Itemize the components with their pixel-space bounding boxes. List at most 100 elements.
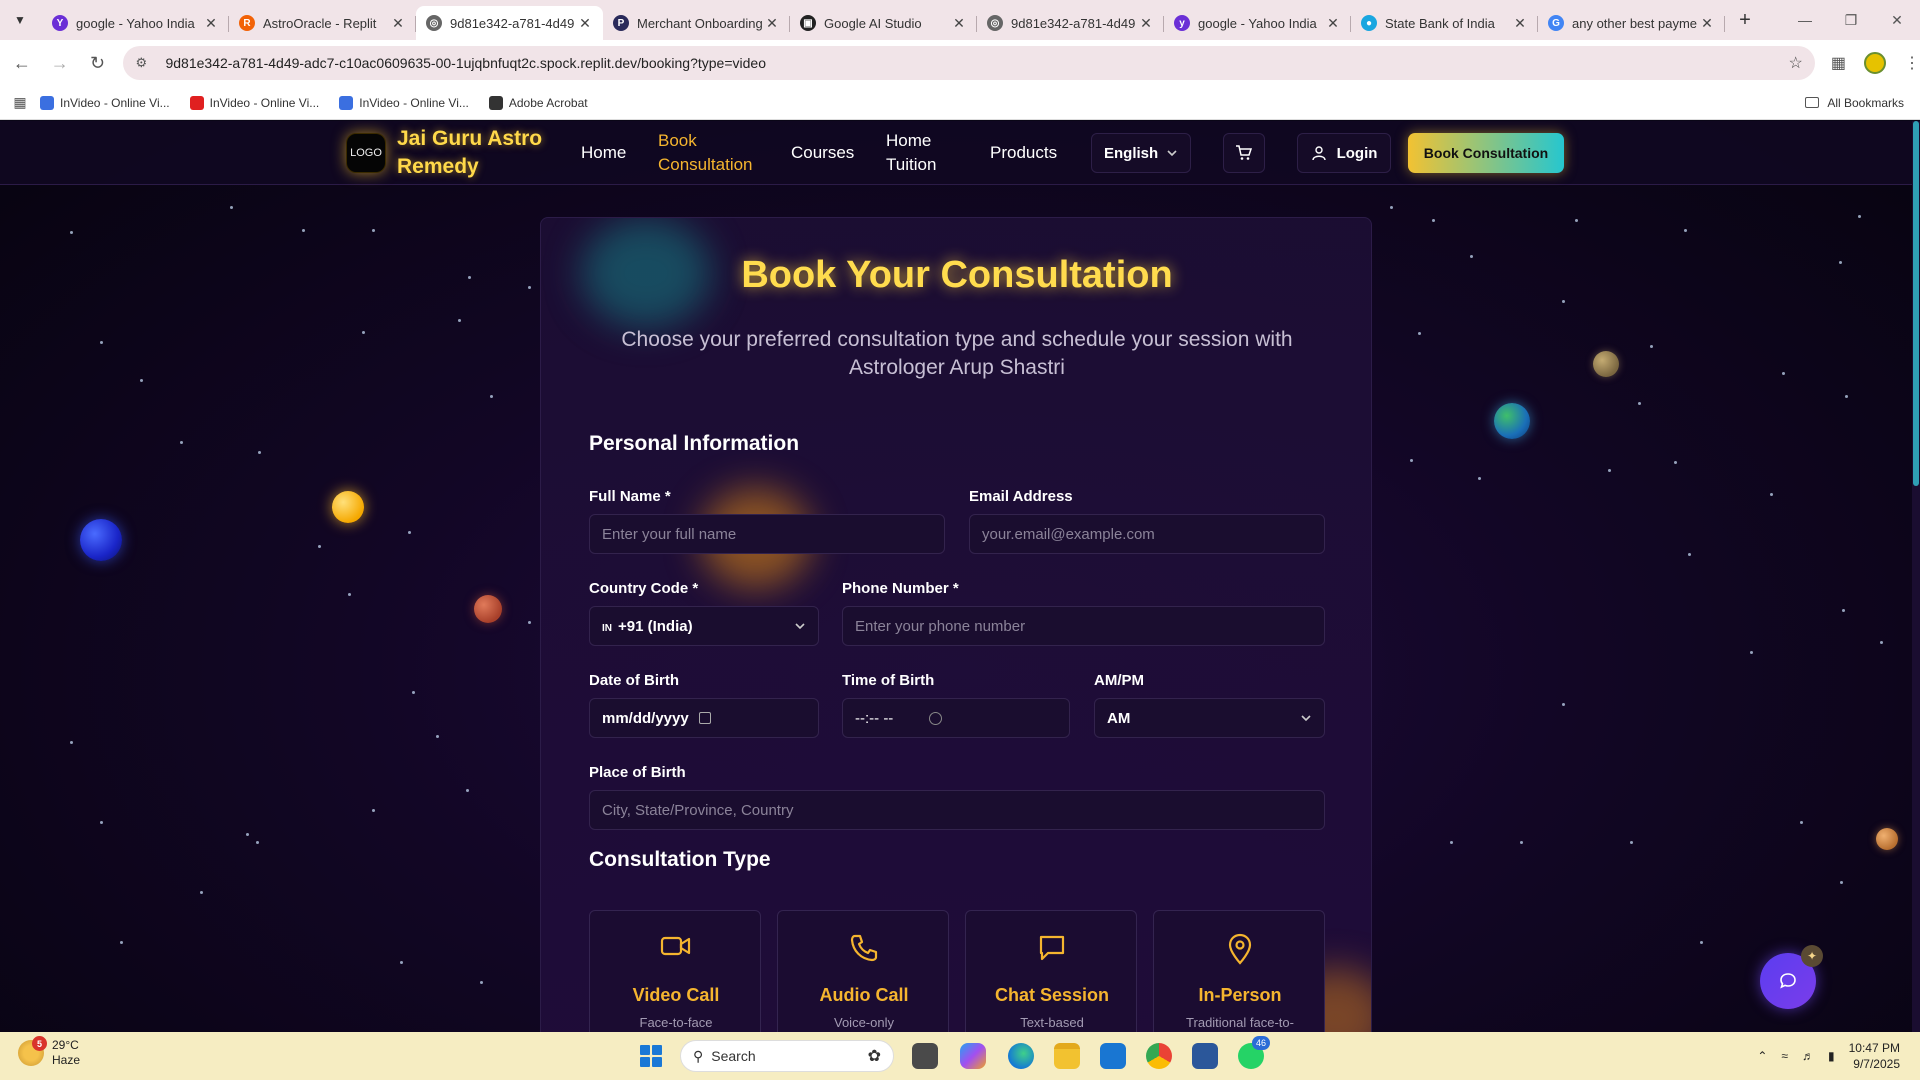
reload-button[interactable]: ↻ — [82, 47, 114, 79]
clock-icon[interactable] — [929, 711, 943, 725]
task-view-icon[interactable] — [912, 1043, 938, 1069]
ampm-select[interactable]: AM — [1094, 698, 1325, 738]
dob-input[interactable]: mm/dd/yyyy — [589, 698, 819, 738]
chat-icon — [966, 933, 1138, 963]
close-window-button[interactable]: ✕ — [1874, 0, 1920, 40]
consult-type-video[interactable]: Video Call Face-to-face — [589, 910, 761, 1032]
browser-tab[interactable]: ◎ 9d81e342-a781-4d49 ✕ — [416, 6, 603, 40]
chrome-icon[interactable] — [1146, 1043, 1172, 1069]
nav-home-tuition[interactable]: Home Tuition — [886, 129, 956, 177]
star-dot — [1684, 229, 1687, 232]
consult-type-chat[interactable]: Chat Session Text-based — [965, 910, 1137, 1032]
star-dot — [1858, 215, 1861, 218]
phone-input[interactable]: Enter your phone number — [842, 606, 1325, 646]
url-text[interactable]: 9d81e342-a781-4d49-adc7-c10ac0609635-00-… — [165, 55, 1788, 71]
restore-button[interactable]: ❐ — [1828, 0, 1874, 40]
star-dot — [1880, 641, 1883, 644]
nav-courses[interactable]: Courses — [791, 141, 854, 165]
consult-type-in-person[interactable]: In-Person Traditional face-to- — [1153, 910, 1325, 1032]
browser-tab[interactable]: P Merchant Onboarding ✕ — [603, 6, 790, 40]
forward-button[interactable]: → — [44, 47, 76, 79]
star-dot — [1390, 206, 1393, 209]
window-controls: — ❐ ✕ — [1782, 0, 1920, 40]
close-tab-icon[interactable]: ✕ — [577, 15, 593, 32]
apps-icon[interactable]: ▦ — [0, 94, 40, 111]
show-hidden-icons[interactable]: ⌃ — [1757, 1049, 1767, 1063]
new-tab-button[interactable]: + — [1731, 6, 1759, 34]
bookmark-label: InVideo - Online Vi... — [209, 95, 320, 110]
email-input[interactable]: your.email@example.com — [969, 514, 1325, 554]
page-scrollbar[interactable] — [1912, 121, 1920, 1032]
battery-icon[interactable]: ▮ — [1828, 1049, 1835, 1063]
menu-icon[interactable]: ⋮ — [1904, 53, 1920, 73]
bookmarks-bar: ▦ InVideo - Online Vi... InVideo - Online… — [0, 86, 1920, 120]
weather-condition: Haze — [52, 1053, 81, 1067]
bookmark-star-icon[interactable]: ☆ — [1789, 53, 1803, 73]
profile-avatar[interactable] — [1863, 52, 1886, 74]
language-value: English — [1104, 144, 1159, 162]
word-icon[interactable] — [1192, 1043, 1218, 1069]
close-tab-icon[interactable]: ✕ — [951, 15, 967, 32]
weather-widget[interactable]: 5 29°C Haze — [18, 1036, 81, 1068]
browser-tab[interactable]: Ygoogle - Yahoo India ✕ — [42, 6, 229, 40]
clock[interactable]: 10:47 PM 9/7/2025 — [1849, 1040, 1900, 1072]
browser-tab[interactable]: ▣ Google AI Studio ✕ — [790, 6, 977, 40]
calendar-icon[interactable] — [698, 712, 711, 724]
start-button[interactable] — [640, 1045, 662, 1067]
site-logo[interactable]: LOGO — [346, 133, 386, 173]
scrollbar-thumb[interactable] — [1913, 121, 1919, 486]
star-dot — [480, 981, 483, 984]
wifi-icon[interactable]: ≈ — [1781, 1049, 1788, 1063]
extensions-icon[interactable]: ▦ — [1831, 53, 1846, 73]
file-explorer-icon[interactable] — [1054, 1043, 1080, 1069]
address-bar[interactable]: ⚙ 9d81e342-a781-4d49-adc7-c10ac0609635-0… — [123, 46, 1815, 80]
place-input[interactable]: City, State/Province, Country — [589, 790, 1325, 830]
bookmark-item[interactable]: Adobe Acrobat — [488, 95, 588, 110]
close-tab-icon[interactable]: ✕ — [203, 15, 219, 32]
copilot-icon[interactable] — [960, 1043, 986, 1069]
minimize-button[interactable]: — — [1782, 0, 1828, 40]
tab-search-button[interactable]: ▼ — [6, 6, 34, 34]
store-icon[interactable] — [1100, 1043, 1126, 1069]
close-tab-icon[interactable]: ✕ — [1512, 15, 1528, 32]
consult-type-audio[interactable]: Audio Call Voice-only — [777, 910, 949, 1032]
browser-tab[interactable]: ◎ 9d81e342-a781-4d49 ✕ — [977, 6, 1164, 40]
bookmark-favicon — [488, 95, 503, 110]
back-button[interactable]: ← — [6, 47, 38, 79]
close-tab-icon[interactable]: ✕ — [1325, 15, 1341, 32]
volume-icon[interactable]: ♬ — [1802, 1049, 1814, 1063]
bookmark-item[interactable]: InVideo - Online Vi... — [40, 95, 170, 110]
login-button[interactable]: Login — [1297, 133, 1391, 173]
consultation-type-heading: Consultation Type — [589, 848, 771, 871]
full-name-input[interactable]: Enter your full name — [589, 514, 945, 554]
bookmark-item[interactable]: InVideo - Online Vi... — [339, 95, 469, 110]
close-tab-icon[interactable]: ✕ — [1699, 15, 1715, 32]
language-select[interactable]: English — [1091, 133, 1191, 173]
close-tab-icon[interactable]: ✕ — [390, 15, 406, 32]
nav-products[interactable]: Products — [990, 141, 1057, 165]
browser-tab[interactable]: y google - Yahoo India ✕ — [1164, 6, 1351, 40]
bookmark-item[interactable]: InVideo - Online Vi... — [189, 95, 320, 110]
bookmark-favicon — [189, 95, 204, 110]
star-dot — [408, 531, 411, 534]
taskbar-search[interactable]: ⚲ Search ✿ — [680, 1040, 894, 1072]
close-tab-icon[interactable]: ✕ — [764, 15, 780, 32]
browser-tab[interactable]: ● State Bank of India ✕ — [1351, 6, 1538, 40]
star-dot — [400, 961, 403, 964]
country-code-select[interactable]: IN +91 (India) — [589, 606, 819, 646]
brand-name[interactable]: Jai Guru Astro Remedy — [397, 125, 557, 181]
all-bookmarks-button[interactable]: All Bookmarks — [1805, 96, 1904, 110]
nav-home[interactable]: Home — [581, 141, 626, 165]
edge-icon[interactable] — [1008, 1043, 1034, 1069]
browser-tab[interactable]: Gany other best payme ✕ — [1538, 6, 1725, 40]
close-tab-icon[interactable]: ✕ — [1138, 15, 1154, 32]
tab-title: google - Yahoo India — [76, 15, 195, 31]
tob-input[interactable]: --:-- -- — [842, 698, 1070, 738]
site-info-icon[interactable]: ⚙ — [135, 55, 155, 71]
book-consultation-button[interactable]: Book Consultation — [1408, 133, 1564, 173]
browser-tab[interactable]: R AstroOracle - Replit ✕ — [229, 6, 416, 40]
nav-book-consultation[interactable]: Book Consultation — [658, 129, 768, 177]
star-dot — [100, 341, 103, 344]
star-dot — [200, 891, 203, 894]
cart-button[interactable] — [1223, 133, 1265, 173]
